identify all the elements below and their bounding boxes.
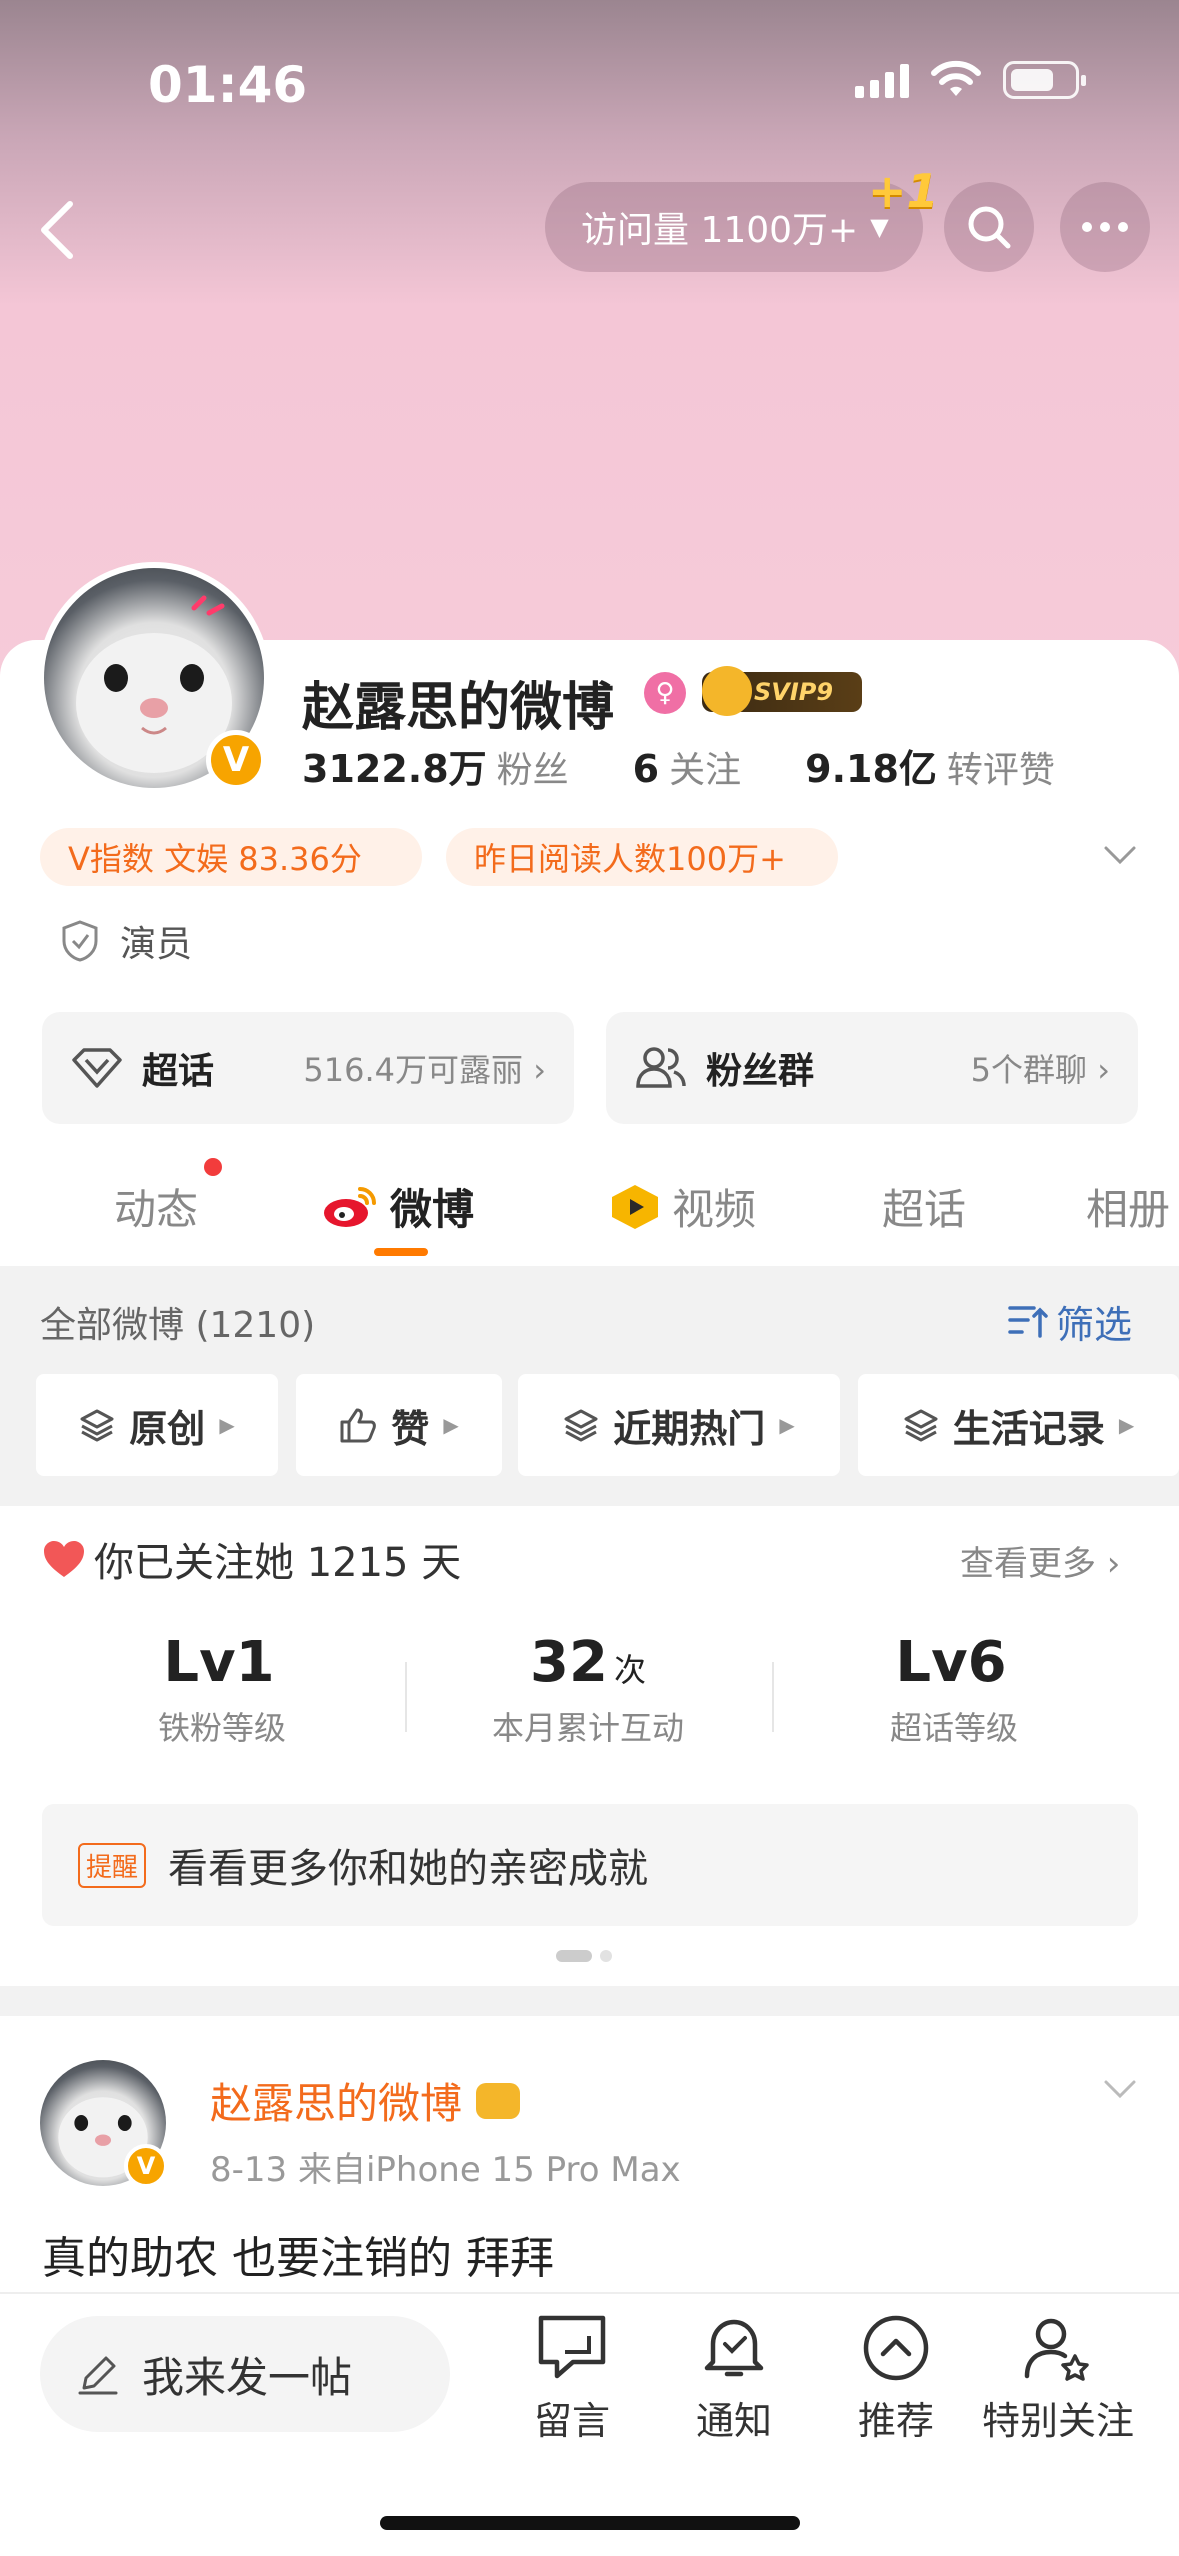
wifi-icon bbox=[931, 60, 981, 96]
layers-icon bbox=[904, 1409, 938, 1442]
reads-tag[interactable]: 昨日阅读人数100万+ bbox=[446, 828, 838, 886]
profile-name: 赵露思的微博 bbox=[302, 678, 615, 738]
super-topic-entry[interactable]: 超话 516.4万可露丽 › bbox=[42, 1012, 574, 1124]
post-author[interactable]: 赵露思的微博 bbox=[210, 2070, 521, 2131]
tab-weibo[interactable]: 微博 bbox=[320, 1176, 474, 1237]
follow-days: 你已关注她 1215 天 bbox=[42, 1530, 461, 1588]
remind-tag: 提醒 bbox=[78, 1842, 147, 1888]
crown-icon bbox=[702, 666, 752, 716]
comment-icon bbox=[538, 2315, 606, 2379]
section-separator bbox=[0, 1986, 1179, 2016]
chip-likes[interactable]: 赞 ▶ bbox=[296, 1374, 502, 1476]
heart-icon bbox=[44, 1541, 84, 1577]
compose-button[interactable]: 我来发一帖 bbox=[40, 2316, 450, 2432]
stat-fans[interactable]: 3122.8万 粉丝 bbox=[302, 738, 569, 793]
chevron-left-icon bbox=[41, 201, 73, 259]
tab-dynamics[interactable]: 动态 bbox=[114, 1176, 198, 1237]
carousel-pager bbox=[556, 1950, 612, 1962]
super-topic-level-stat[interactable]: Lv6 超话等级 bbox=[804, 1630, 1104, 1749]
divider bbox=[772, 1662, 774, 1732]
notify-button[interactable]: 通知 bbox=[654, 2312, 814, 2445]
chip-recent-hot[interactable]: 近期热门 ▶ bbox=[518, 1374, 840, 1476]
thumbs-up-icon bbox=[340, 1408, 377, 1443]
search-icon bbox=[968, 206, 1011, 249]
chip-original[interactable]: 原创 ▶ bbox=[36, 1374, 278, 1476]
post-verified-badge: V bbox=[124, 2144, 168, 2188]
chevron-down-icon[interactable] bbox=[1102, 840, 1138, 870]
home-indicator bbox=[380, 2516, 800, 2530]
layers-icon bbox=[80, 1409, 114, 1442]
battery-icon bbox=[1003, 61, 1086, 99]
more-button[interactable] bbox=[1060, 182, 1150, 272]
svip-badge[interactable]: SVIP9 bbox=[702, 666, 862, 716]
profile-stats: 3122.8万 粉丝 6 关注 9.18亿 转评赞 bbox=[302, 738, 1055, 793]
user-star-icon bbox=[1024, 2318, 1089, 2381]
remind-text: 看看更多你和她的亲密成就 bbox=[168, 1846, 649, 1892]
stat-likes: 9.18亿 转评赞 bbox=[805, 747, 1055, 791]
shield-icon bbox=[62, 920, 98, 962]
all-weibo-count: 全部微博 (1210) bbox=[40, 1305, 316, 1346]
message-button[interactable]: 留言 bbox=[492, 2312, 652, 2445]
post-meta: 8-13 来自iPhone 15 Pro Max bbox=[210, 2150, 681, 2190]
divider bbox=[405, 1662, 407, 1732]
notification-dot bbox=[204, 1158, 222, 1176]
layers-icon bbox=[564, 1409, 598, 1442]
signal-icon bbox=[855, 62, 909, 98]
profile-tabs: 动态 微博 视频 超话 相册 bbox=[0, 1160, 1179, 1260]
back-button[interactable] bbox=[26, 190, 96, 270]
group-icon bbox=[636, 1047, 686, 1088]
female-badge-icon: ♀ bbox=[644, 672, 686, 714]
video-icon bbox=[612, 1184, 658, 1229]
visits-label: 访问量 1100万+ bbox=[581, 210, 859, 251]
crown-icon bbox=[476, 2082, 521, 2119]
fan-group-entry[interactable]: 粉丝群 5个群聊 › bbox=[606, 1012, 1138, 1124]
status-icons bbox=[855, 60, 1086, 100]
tab-video[interactable]: 视频 bbox=[608, 1176, 756, 1237]
role-label: 演员 bbox=[120, 924, 193, 965]
visits-button[interactable]: 访问量 1100万+ ▼ bbox=[545, 182, 923, 272]
view-more-link[interactable]: 查看更多 › bbox=[960, 1536, 1120, 1585]
fan-group-title: 粉丝群 bbox=[706, 1051, 815, 1092]
status-time: 01:46 bbox=[148, 56, 308, 114]
weibo-icon bbox=[324, 1186, 376, 1227]
verified-badge: V bbox=[206, 730, 266, 790]
role-row: 演员 bbox=[60, 915, 192, 967]
fan-level-stat[interactable]: Lv1 铁粉等级 bbox=[72, 1630, 372, 1749]
diamond-icon bbox=[72, 1048, 122, 1088]
chip-life-record[interactable]: 生活记录 ▶ bbox=[858, 1374, 1179, 1476]
super-topic-sub: 516.4万可露丽 › bbox=[303, 1051, 546, 1089]
post-text: 真的助农 也要注销的 拜拜 bbox=[42, 2233, 554, 2284]
fan-group-sub: 5个群聊 › bbox=[970, 1051, 1110, 1089]
recommend-button[interactable]: 推荐 bbox=[816, 2312, 976, 2445]
chevron-down-icon[interactable] bbox=[1102, 2074, 1138, 2104]
super-topic-title: 超话 bbox=[142, 1051, 215, 1092]
achievement-reminder[interactable]: 提醒 看看更多你和她的亲密成就 bbox=[42, 1804, 1138, 1926]
active-tab-indicator bbox=[374, 1248, 428, 1256]
filter-icon bbox=[1008, 1305, 1048, 1338]
pencil-icon bbox=[78, 2356, 118, 2395]
tab-super-topic[interactable]: 超话 bbox=[882, 1176, 966, 1237]
tab-album[interactable]: 相册 bbox=[1086, 1176, 1170, 1237]
search-button[interactable] bbox=[944, 182, 1034, 272]
special-follow-button[interactable]: 特别关注 bbox=[978, 2312, 1138, 2445]
v-index-tag[interactable]: V指数 文娱 83.36分 bbox=[40, 828, 422, 886]
bell-icon bbox=[704, 2319, 764, 2377]
interaction-stat[interactable]: 32 次 本月累计互动 bbox=[438, 1630, 738, 1749]
stat-following[interactable]: 6 关注 bbox=[633, 741, 741, 793]
chevron-up-circle-icon bbox=[863, 2315, 929, 2381]
more-dots-icon bbox=[1082, 222, 1128, 232]
plus-one-badge: +1 bbox=[868, 164, 939, 218]
filter-button[interactable]: 筛选 bbox=[1008, 1294, 1132, 1349]
